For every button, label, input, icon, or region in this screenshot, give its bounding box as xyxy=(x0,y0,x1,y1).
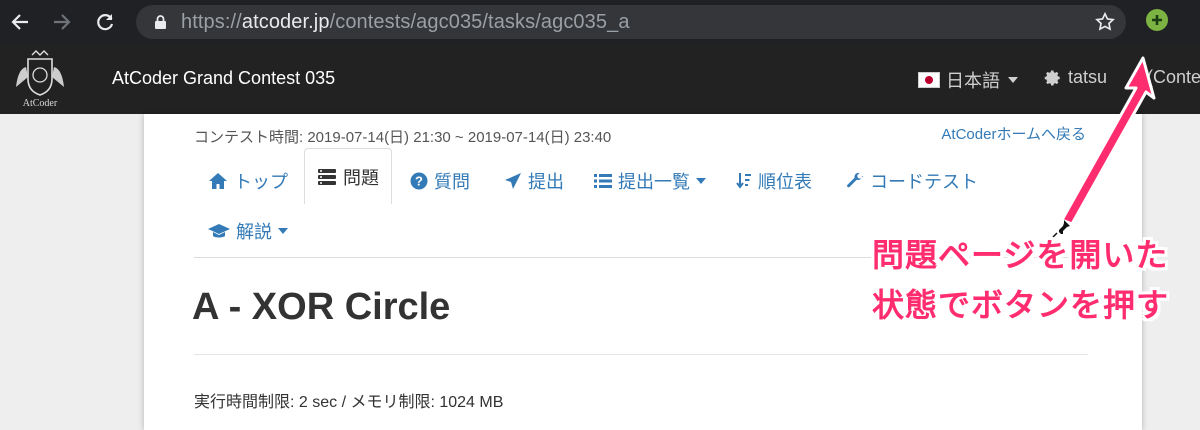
reload-icon xyxy=(97,14,114,31)
tab-label: 問題 xyxy=(343,167,379,188)
contest-time: コンテスト時間: 2019-07-14(日) 21:30 ~ 2019-07-1… xyxy=(194,129,612,146)
tab-problems[interactable]: 問題 xyxy=(304,148,392,204)
language-dropdown[interactable]: 日本語 xyxy=(918,67,1018,93)
contest-brand[interactable]: AtCoder Grand Contest 035 xyxy=(112,68,335,89)
annotation-line-1: 問題ページを開いた xyxy=(872,237,1169,273)
title-divider xyxy=(194,354,1088,355)
annotation-line-2: 状態でボタンを押す xyxy=(872,287,1170,323)
chevron-down-icon xyxy=(696,178,706,184)
list-icon xyxy=(318,168,336,185)
tab-label: コードテスト xyxy=(870,172,978,192)
tab-top[interactable]: トップ xyxy=(208,158,288,204)
site-navbar: AtCoder AtCoder Grand Contest 035 日本語 ta… xyxy=(0,44,1200,114)
tab-label: 解説 xyxy=(236,222,272,242)
tab-questions[interactable]: ? 質問 xyxy=(410,158,470,204)
atcoder-logo[interactable]: AtCoder xyxy=(8,49,72,109)
svg-text:?: ? xyxy=(415,174,423,189)
tab-submit[interactable]: 提出 xyxy=(504,158,564,204)
annotation-arrow xyxy=(1060,56,1156,226)
chevron-down-icon xyxy=(1008,77,1018,83)
reload-button[interactable] xyxy=(91,8,119,36)
graduation-cap-icon xyxy=(208,224,230,238)
lock-icon xyxy=(154,14,167,35)
question-icon: ? xyxy=(410,172,428,190)
tab-label: トップ xyxy=(234,172,288,192)
tab-label: 順位表 xyxy=(758,172,812,192)
address-bar[interactable]: https://atcoder.jp/contests/agc035/tasks… xyxy=(136,5,1126,39)
problem-limits: 実行時間制限: 2 sec / メモリ制限: 1024 MB xyxy=(194,394,504,411)
home-icon xyxy=(209,173,227,189)
japan-flag-icon xyxy=(918,72,940,88)
language-label: 日本語 xyxy=(946,71,1000,91)
sort-icon xyxy=(736,173,751,189)
wrench-icon xyxy=(847,172,863,188)
svg-text:AtCoder: AtCoder xyxy=(23,98,58,109)
back-arrow-icon xyxy=(11,14,28,30)
url-text: https://atcoder.jp/contests/agc035/tasks… xyxy=(181,11,630,33)
chevron-down-icon xyxy=(278,228,288,234)
forward-button[interactable] xyxy=(48,8,76,36)
tab-code-test[interactable]: コードテスト xyxy=(846,158,978,204)
bookmark-star-icon[interactable] xyxy=(1094,11,1116,38)
tab-label: 提出一覧 xyxy=(618,172,690,192)
tab-label: 提出 xyxy=(528,172,564,192)
send-icon xyxy=(505,173,521,189)
back-button[interactable] xyxy=(6,8,34,36)
tab-editorial[interactable]: 解説 xyxy=(208,208,288,254)
tab-standings[interactable]: 順位表 xyxy=(736,158,812,204)
browser-toolbar: https://atcoder.jp/contests/agc035/tasks… xyxy=(0,0,1200,44)
problem-title: A - XOR Circle xyxy=(192,286,451,328)
tab-label: 質問 xyxy=(434,172,470,192)
extension-plus-icon[interactable] xyxy=(1146,9,1168,31)
list-ul-icon xyxy=(594,174,612,188)
forward-arrow-icon xyxy=(54,14,71,30)
tab-submissions[interactable]: 提出一覧 xyxy=(594,158,706,204)
